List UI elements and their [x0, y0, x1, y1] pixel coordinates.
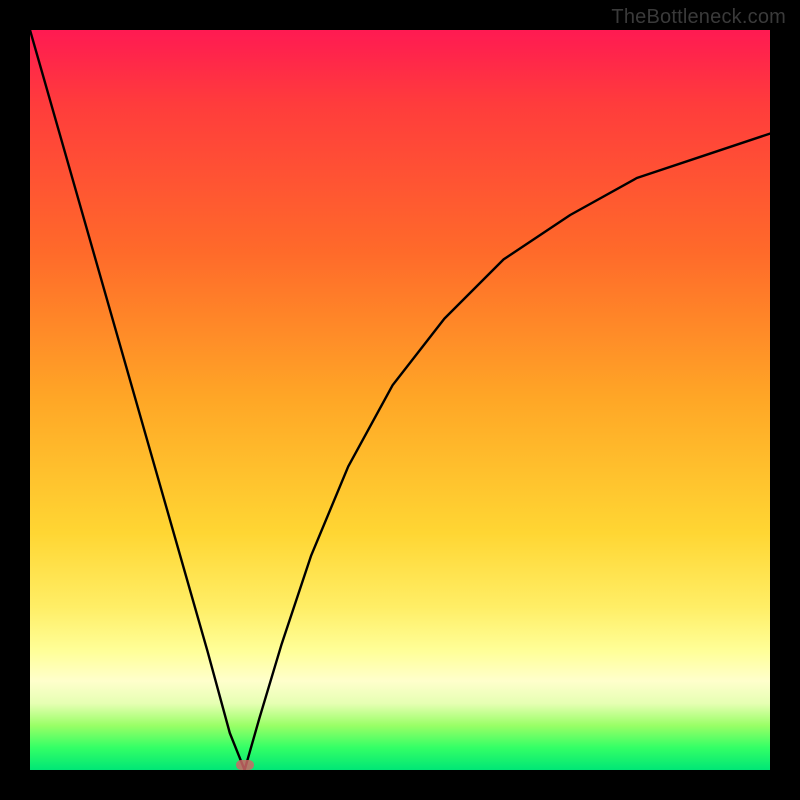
min-marker	[236, 760, 254, 770]
chart-container: TheBottleneck.com	[0, 0, 800, 800]
curve-svg	[30, 30, 770, 770]
curve-left-branch	[30, 30, 245, 770]
watermark-text: TheBottleneck.com	[611, 6, 786, 29]
curve-right-branch	[245, 134, 770, 770]
plot-area	[30, 30, 770, 770]
